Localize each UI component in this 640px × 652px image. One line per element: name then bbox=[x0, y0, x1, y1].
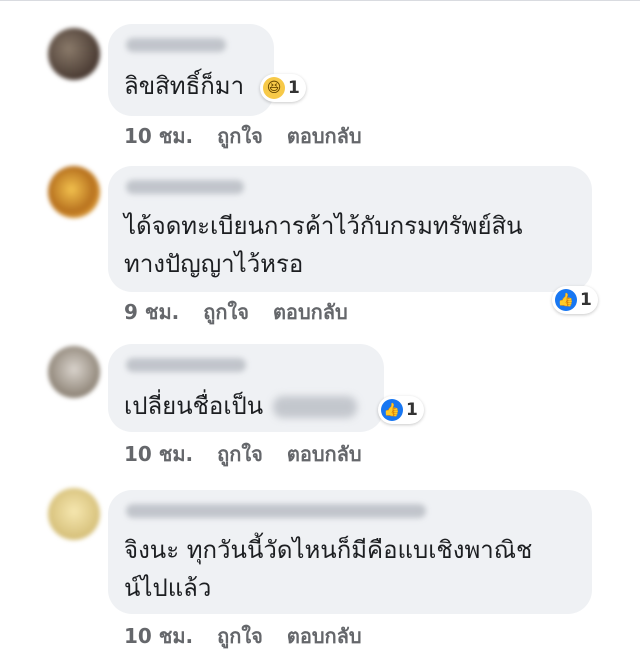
reaction-badge[interactable]: 👍 1 bbox=[552, 286, 598, 314]
comment-text: จิงนะ ทุกวันนี้วัดไหนก็มีคือแบเชิงพาณิช bbox=[124, 536, 533, 564]
avatar[interactable] bbox=[48, 346, 100, 398]
comment-time[interactable]: 10 ชม. bbox=[124, 620, 193, 652]
comment-time[interactable]: 10 ชม. bbox=[124, 120, 193, 152]
comment-meta: 10 ชม. ถูกใจ ตอบกลับ bbox=[124, 120, 362, 152]
reaction-badge[interactable]: 😆 1 bbox=[260, 74, 306, 102]
avatar[interactable] bbox=[48, 488, 100, 540]
commenter-name-blurred[interactable] bbox=[126, 38, 226, 52]
comment-text: ได้จดทะเบียนการค้าไว้กับกรมทรัพย์สิน bbox=[124, 212, 523, 240]
like-thumb-icon: 👍 bbox=[381, 399, 403, 421]
comment-text-visible: เปลี่ยนชื่อเป็น bbox=[124, 392, 264, 420]
comment-text: น์ไปแล้ว bbox=[124, 574, 212, 602]
like-link[interactable]: ถูกใจ bbox=[217, 438, 263, 470]
reply-link[interactable]: ตอบกลับ bbox=[287, 438, 362, 470]
top-divider bbox=[0, 0, 640, 7]
reaction-count: 1 bbox=[288, 78, 300, 98]
commenter-name-blurred[interactable] bbox=[126, 504, 426, 518]
reply-link[interactable]: ตอบกลับ bbox=[287, 620, 362, 652]
comment-text: เปลี่ยนชื่อเป็น bbox=[124, 388, 358, 424]
comment-item: ได้จดทะเบียนการค้าไว้กับกรมทรัพย์สิน ทาง… bbox=[0, 166, 640, 326]
reaction-count: 1 bbox=[580, 290, 592, 310]
like-link[interactable]: ถูกใจ bbox=[217, 620, 263, 652]
reaction-badge[interactable]: 👍 1 bbox=[378, 396, 424, 424]
comment-text: ทางปัญญาไว้หรอ bbox=[124, 250, 304, 278]
comment-time[interactable]: 9 ชม. bbox=[124, 296, 179, 328]
commenter-name-blurred[interactable] bbox=[126, 180, 244, 194]
blurred-word bbox=[273, 396, 358, 418]
comment-meta: 10 ชม. ถูกใจ ตอบกลับ bbox=[124, 620, 362, 652]
comment-text: ลิขสิทธิ์ก็มา bbox=[124, 72, 245, 100]
comment-bubble: ลิขสิทธิ์ก็มา bbox=[108, 24, 274, 116]
avatar[interactable] bbox=[48, 166, 100, 218]
comment-item: ลิขสิทธิ์ก็มา 😆 1 10 ชม. ถูกใจ ตอบกลับ bbox=[0, 24, 640, 154]
like-link[interactable]: ถูกใจ bbox=[203, 296, 249, 328]
avatar[interactable] bbox=[48, 28, 100, 80]
like-thumb-icon: 👍 bbox=[555, 289, 577, 311]
like-link[interactable]: ถูกใจ bbox=[217, 120, 263, 152]
reaction-count: 1 bbox=[406, 400, 418, 420]
commenter-name-blurred[interactable] bbox=[126, 358, 246, 372]
comment-item: จิงนะ ทุกวันนี้วัดไหนก็มีคือแบเชิงพาณิช … bbox=[0, 488, 640, 648]
haha-emoji-icon: 😆 bbox=[263, 77, 285, 99]
reply-link[interactable]: ตอบกลับ bbox=[287, 120, 362, 152]
comment-time[interactable]: 10 ชม. bbox=[124, 438, 193, 470]
comment-item: เปลี่ยนชื่อเป็น 👍 1 10 ชม. ถูกใจ ตอบกลับ bbox=[0, 344, 640, 470]
comment-meta: 9 ชม. ถูกใจ ตอบกลับ bbox=[124, 296, 348, 328]
comment-meta: 10 ชม. ถูกใจ ตอบกลับ bbox=[124, 438, 362, 470]
comment-bubble: ได้จดทะเบียนการค้าไว้กับกรมทรัพย์สิน ทาง… bbox=[108, 166, 592, 292]
comment-bubble: เปลี่ยนชื่อเป็น bbox=[108, 344, 384, 432]
reply-link[interactable]: ตอบกลับ bbox=[273, 296, 348, 328]
comment-bubble: จิงนะ ทุกวันนี้วัดไหนก็มีคือแบเชิงพาณิช … bbox=[108, 490, 592, 614]
